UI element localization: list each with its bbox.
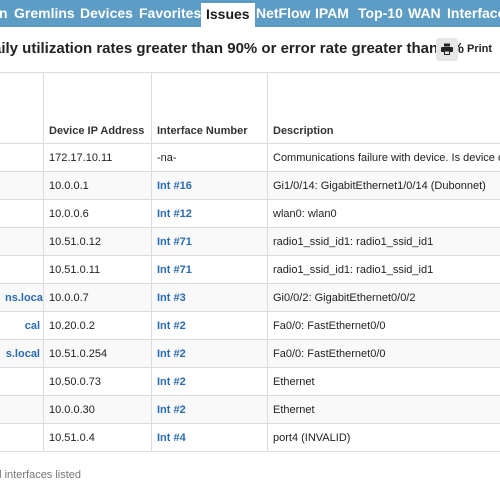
ip-cell: 10.0.0.6 <box>43 199 152 228</box>
table-row: s.local 10.51.0.254 Int #2 Fa0/0: FastEt… <box>0 339 500 368</box>
ip-cell: 10.0.0.7 <box>43 283 152 312</box>
nav-tab-top-10[interactable]: Top-10 <box>358 0 403 27</box>
table-row: cal 10.20.0.2 Int #2 Fa0/0: FastEthernet… <box>0 311 500 340</box>
interface-cell: Int #16 <box>151 171 268 200</box>
interface-link[interactable]: Int #71 <box>157 236 192 248</box>
nav-tab-devices[interactable]: Devices <box>80 0 133 27</box>
description-cell: Fa0/0: FastEthernet0/0 <box>267 339 500 368</box>
ip-cell: 10.0.0.30 <box>43 395 152 424</box>
interface-link[interactable]: Int #2 <box>157 376 186 388</box>
interface-link[interactable]: Int #2 <box>157 348 186 360</box>
ip-cell: 10.51.0.254 <box>43 339 152 368</box>
description-cell: radio1_ssid_id1: radio1_ssid_id1 <box>267 227 500 256</box>
device-link[interactable]: cal <box>25 320 40 332</box>
interface-link[interactable]: Int #2 <box>157 404 186 416</box>
interface-link[interactable]: Int #4 <box>157 432 186 444</box>
table-header-row: Device IP Address Interface Number Descr… <box>0 72 500 144</box>
ip-column-header[interactable]: Device IP Address <box>43 72 152 144</box>
issues-table-container: Device IP Address Interface Number Descr… <box>0 72 500 452</box>
interface-link[interactable]: Int #71 <box>157 264 192 276</box>
description-cell: Communications failure with device. Is d… <box>267 143 500 172</box>
description-cell: wlan0: wlan0 <box>267 199 500 228</box>
table-row: 10.51.0.11 Int #71 radio1_ssid_id1: radi… <box>0 255 500 284</box>
device-name-cell <box>0 227 44 256</box>
device-link[interactable]: s.local <box>6 348 40 360</box>
nav-tab-partial[interactable]: n <box>0 0 8 27</box>
nav-tab-netflow[interactable]: NetFlow <box>256 0 310 27</box>
interface-column-header[interactable]: Interface Number <box>151 72 268 144</box>
description-cell: Ethernet <box>267 395 500 424</box>
ip-cell: 10.51.0.11 <box>43 255 152 284</box>
device-name-cell: s.local <box>0 339 44 368</box>
printer-icon <box>441 43 453 55</box>
nav-tab-wan[interactable]: WAN <box>408 0 441 27</box>
print-button[interactable] <box>436 38 458 61</box>
nav-tab-ipam[interactable]: IPAM <box>315 0 349 27</box>
device-name-cell <box>0 199 44 228</box>
interface-cell: Int #4 <box>151 423 268 452</box>
nav-tab-gremlins[interactable]: Gremlins <box>14 0 75 27</box>
interface-cell: Int #2 <box>151 311 268 340</box>
interface-cell: Int #71 <box>151 227 268 256</box>
device-name-cell: cal <box>0 311 44 340</box>
device-name-cell: ns.local <box>0 283 44 312</box>
interface-cell: -na- <box>151 143 268 172</box>
table-row: 10.0.0.6 Int #12 wlan0: wlan0 <box>0 199 500 228</box>
ip-cell: 10.50.0.73 <box>43 367 152 396</box>
device-column-header[interactable] <box>0 72 44 144</box>
interface-cell: Int #12 <box>151 199 268 228</box>
description-column-header[interactable]: Description <box>267 72 500 144</box>
description-cell: Fa0/0: FastEthernet0/0 <box>267 311 500 340</box>
interface-cell: Int #3 <box>151 283 268 312</box>
interface-link[interactable]: Int #3 <box>157 292 186 304</box>
print-label[interactable]: Print <box>467 43 492 55</box>
top-nav-bar: n Gremlins Devices Favorites Issues NetF… <box>0 0 500 27</box>
table-row: 10.50.0.73 Int #2 Ethernet <box>0 367 500 396</box>
description-cell: radio1_ssid_id1: radio1_ssid_id1 <box>267 255 500 284</box>
ip-cell: 10.51.0.4 <box>43 423 152 452</box>
table-row: 10.51.0.12 Int #71 radio1_ssid_id1: radi… <box>0 227 500 256</box>
description-cell: Ethernet <box>267 367 500 396</box>
device-name-cell <box>0 171 44 200</box>
interface-link[interactable]: Int #2 <box>157 320 186 332</box>
nav-tab-issues[interactable]: Issues <box>201 3 255 27</box>
nav-tab-favorites[interactable]: Favorites <box>139 0 201 27</box>
device-name-cell <box>0 423 44 452</box>
ip-cell: 10.0.0.1 <box>43 171 152 200</box>
description-cell: port4 (INVALID) <box>267 423 500 452</box>
page-heading: aily utilization rates greater than 90% … <box>0 40 464 57</box>
interface-cell: Int #71 <box>151 255 268 284</box>
ip-cell: 172.17.10.11 <box>43 143 152 172</box>
description-cell: Gi0/0/2: GigabitEthernet0/0/2 <box>267 283 500 312</box>
interface-link[interactable]: Int #12 <box>157 208 192 220</box>
device-link[interactable]: ns.local <box>5 292 43 304</box>
device-name-cell <box>0 255 44 284</box>
table-row: 10.51.0.4 Int #4 port4 (INVALID) <box>0 423 500 452</box>
interface-cell: Int #2 <box>151 339 268 368</box>
device-name-cell <box>0 143 44 172</box>
interface-cell: Int #2 <box>151 395 268 424</box>
ip-cell: 10.51.0.12 <box>43 227 152 256</box>
table-footer-text: al interfaces listed <box>0 469 82 481</box>
nav-tab-interface[interactable]: Interface <box>447 0 500 27</box>
interface-cell: Int #2 <box>151 367 268 396</box>
table-row: ns.local 10.0.0.7 Int #3 Gi0/0/2: Gigabi… <box>0 283 500 312</box>
table-row: 172.17.10.11 -na- Communications failure… <box>0 143 500 172</box>
table-row: 10.0.0.30 Int #2 Ethernet <box>0 395 500 424</box>
device-name-cell <box>0 367 44 396</box>
device-name-cell <box>0 395 44 424</box>
issues-table: Device IP Address Interface Number Descr… <box>0 72 500 452</box>
interface-link[interactable]: Int #16 <box>157 180 192 192</box>
description-cell: Gi1/0/14: GigabitEthernet1/0/14 (Dubonne… <box>267 171 500 200</box>
table-row: 10.0.0.1 Int #16 Gi1/0/14: GigabitEthern… <box>0 171 500 200</box>
ip-cell: 10.20.0.2 <box>43 311 152 340</box>
